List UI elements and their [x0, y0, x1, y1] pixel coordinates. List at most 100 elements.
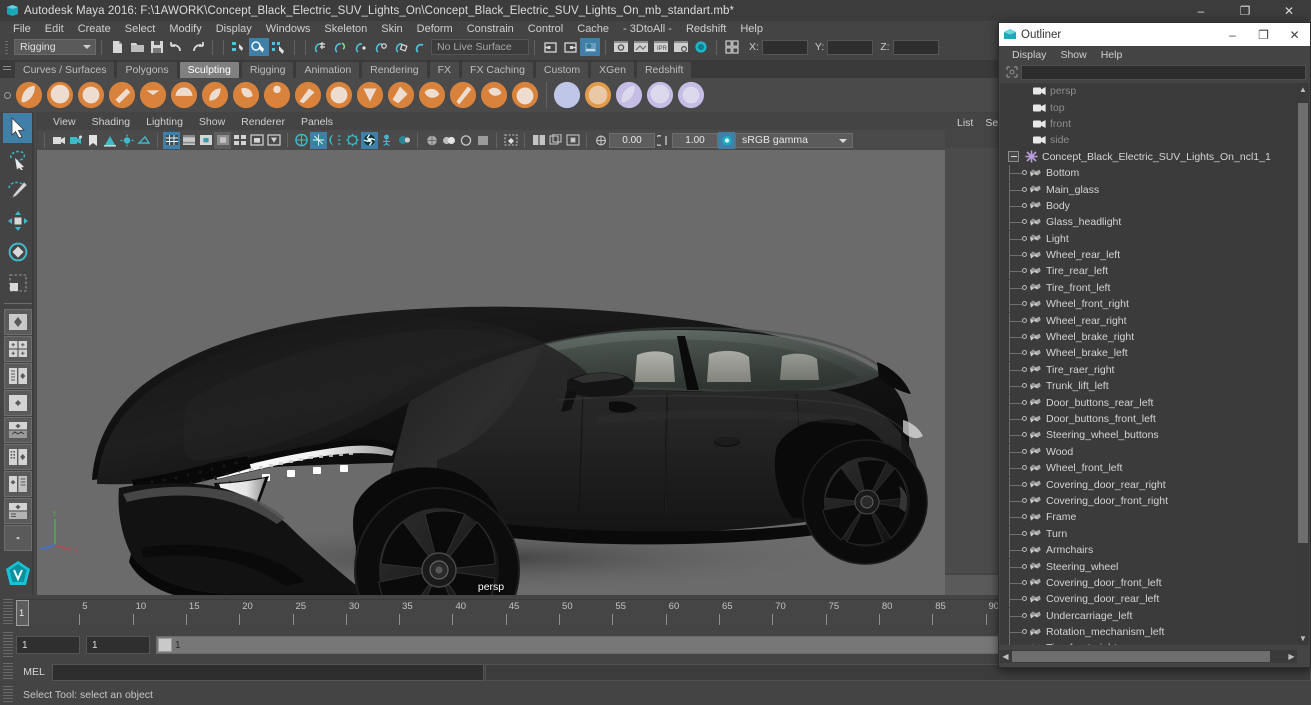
- input-connections-icon[interactable]: [540, 38, 560, 56]
- select-by-object-icon[interactable]: [249, 38, 269, 56]
- outliner-item-Wheel_front_right[interactable]: Wheel_front_right: [1000, 296, 1297, 313]
- menu-windows[interactable]: Windows: [259, 21, 318, 37]
- outliner-item-Main_glass[interactable]: Main_glass: [1000, 181, 1297, 198]
- outliner-item-Covering_door_front_left[interactable]: Covering_door_front_left: [1000, 574, 1297, 591]
- fill-tool-icon[interactable]: [386, 80, 416, 110]
- save-scene-icon[interactable]: [147, 38, 167, 56]
- snap-to-grid-icon[interactable]: [311, 38, 331, 56]
- layout-four-view-button[interactable]: [4, 336, 32, 362]
- output-connections-icon[interactable]: [560, 38, 580, 56]
- menu-edit[interactable]: Edit: [38, 21, 71, 37]
- image-plane-icon[interactable]: [101, 132, 118, 149]
- outliner-item-Covering_door_front_right[interactable]: Covering_door_front_right: [1000, 492, 1297, 509]
- outliner-item-Tire_front_left[interactable]: Tire_front_left: [1000, 279, 1297, 296]
- render-settings-icon[interactable]: IPR: [651, 38, 671, 56]
- layout-persp-outliner-button[interactable]: [4, 363, 32, 389]
- color-management-dropdown[interactable]: sRGB gamma: [735, 132, 853, 148]
- two-sided-lighting-icon[interactable]: [118, 132, 135, 149]
- scroll-right-arrow-icon[interactable]: ▶: [1286, 651, 1297, 662]
- default-light-icon[interactable]: [293, 132, 310, 149]
- ambient-occlusion-icon[interactable]: [344, 132, 361, 149]
- time-slider-current-frame[interactable]: 1: [16, 600, 29, 626]
- rotate-tool-button[interactable]: [3, 237, 33, 267]
- maya-bookmark-icon[interactable]: [3, 558, 33, 588]
- outliner-menu-display[interactable]: Display: [1005, 47, 1053, 63]
- render-current-frame-icon[interactable]: [611, 38, 631, 56]
- grab-tool-icon[interactable]: [107, 80, 137, 110]
- shelf-tab-sculpting[interactable]: Sculpting: [178, 61, 240, 78]
- range-start-handle[interactable]: [158, 638, 172, 652]
- outliner-item-Undercarriage_left[interactable]: Undercarriage_left: [1000, 607, 1297, 624]
- scroll-left-arrow-icon[interactable]: ◀: [1000, 651, 1011, 662]
- outliner-item-Door_buttons_front_left[interactable]: Door_buttons_front_left: [1000, 411, 1297, 427]
- exposure-icon[interactable]: [592, 132, 609, 149]
- menu-3dtoall[interactable]: - 3DtoAll -: [616, 21, 679, 37]
- outliner-item-Wheel_rear_left[interactable]: Wheel_rear_left: [1000, 247, 1297, 264]
- outliner-item-Bottom[interactable]: Bottom: [1000, 165, 1297, 182]
- snap-to-point-icon[interactable]: [351, 38, 371, 56]
- sidebar-layout-icon[interactable]: [722, 38, 742, 56]
- command-line-grip[interactable]: [3, 663, 13, 681]
- outliner-item-Turn[interactable]: Turn: [1000, 525, 1297, 542]
- outliner-item-Light[interactable]: Light: [1000, 230, 1297, 247]
- coord-z-input[interactable]: [892, 39, 939, 55]
- outliner-item-Covering_door_rear_right[interactable]: Covering_door_rear_right: [1000, 476, 1297, 493]
- amplify-tool-icon[interactable]: [510, 80, 540, 110]
- help-line-grip[interactable]: [3, 685, 13, 704]
- film-gate-icon[interactable]: [440, 132, 457, 149]
- outliner-item-Frame[interactable]: Frame: [1000, 509, 1297, 526]
- menu-file[interactable]: File: [6, 21, 38, 37]
- redo-icon[interactable]: [187, 38, 207, 56]
- outliner-item-Steering_wheel_buttons[interactable]: Steering_wheel_buttons: [1000, 427, 1297, 444]
- xray-shading-icon[interactable]: [265, 132, 282, 149]
- outliner-hscroll-thumb[interactable]: [1012, 651, 1270, 662]
- layout-empty-button[interactable]: [4, 525, 32, 551]
- convert-tool-icon[interactable]: [583, 80, 613, 110]
- menu-modify[interactable]: Modify: [162, 21, 208, 37]
- viewport-menu-lighting[interactable]: Lighting: [138, 114, 191, 130]
- spray-tool-icon[interactable]: [231, 80, 261, 110]
- outliner-item-Tire_rear_left[interactable]: Tire_rear_left: [1000, 263, 1297, 280]
- outliner-item-Wheel_rear_right[interactable]: Wheel_rear_right: [1000, 312, 1297, 329]
- minimize-button[interactable]: –: [1179, 0, 1223, 21]
- open-scene-icon[interactable]: [127, 38, 147, 56]
- scale-tool-button[interactable]: [3, 268, 33, 298]
- symmetry-tool-icon[interactable]: [645, 80, 675, 110]
- coord-x-input[interactable]: [761, 39, 808, 55]
- viewport-menu-show[interactable]: Show: [191, 114, 233, 130]
- gate-mask-icon[interactable]: [474, 132, 491, 149]
- layout-hypershade-persp-button[interactable]: [4, 417, 32, 443]
- smooth-tool-icon[interactable]: [45, 80, 75, 110]
- ipr-render-icon[interactable]: [631, 38, 651, 56]
- foamy-tool-icon[interactable]: [200, 80, 230, 110]
- magnet-snap-icon[interactable]: [411, 38, 431, 56]
- flatten-tool-icon[interactable]: [169, 80, 199, 110]
- outliner-item-Wheel_brake_left[interactable]: Wheel_brake_left: [1000, 345, 1297, 362]
- imprint-tool-icon[interactable]: [293, 80, 323, 110]
- outliner-maximize-button[interactable]: ❐: [1248, 23, 1279, 46]
- command-line-input[interactable]: [52, 663, 484, 681]
- scrape-tool-icon[interactable]: [355, 80, 385, 110]
- outliner-title-bar[interactable]: Outliner – ❐ ✕: [999, 23, 1310, 46]
- menu-help[interactable]: Help: [733, 21, 770, 37]
- viewport-canvas[interactable]: Y X Z persp: [37, 150, 945, 595]
- pinch-tool-icon[interactable]: [138, 80, 168, 110]
- channel-box-menu-list[interactable]: List: [951, 115, 979, 131]
- outliner-item-Wheel_front_left[interactable]: Wheel_front_left: [1000, 460, 1297, 477]
- select-by-hierarchy-icon[interactable]: [229, 38, 249, 56]
- isolate-select-icon[interactable]: [378, 132, 395, 149]
- shelf-options-icon[interactable]: [0, 78, 14, 112]
- gamma-value[interactable]: 1.00: [672, 132, 718, 148]
- menu-skin[interactable]: Skin: [374, 21, 409, 37]
- outliner-item-Tire_raer_right[interactable]: Tire_raer_right: [1000, 361, 1297, 378]
- outliner-item-Door_buttons_rear_left[interactable]: Door_buttons_rear_left: [1000, 394, 1297, 411]
- bulge-tool-icon[interactable]: [479, 80, 509, 110]
- outliner-item-Wheel_brake_right[interactable]: Wheel_brake_right: [1000, 329, 1297, 346]
- smooth-shade-selected-icon[interactable]: [197, 132, 214, 149]
- viewport-menu-renderer[interactable]: Renderer: [233, 114, 293, 130]
- outliner-item-side[interactable]: side: [1000, 132, 1297, 148]
- new-scene-icon[interactable]: [107, 38, 127, 56]
- viewport-menu-shading[interactable]: Shading: [84, 114, 139, 130]
- outliner-item-Tire_front_right[interactable]: Tire_front_right: [1000, 640, 1297, 645]
- exposure-value[interactable]: 0.00: [609, 132, 655, 148]
